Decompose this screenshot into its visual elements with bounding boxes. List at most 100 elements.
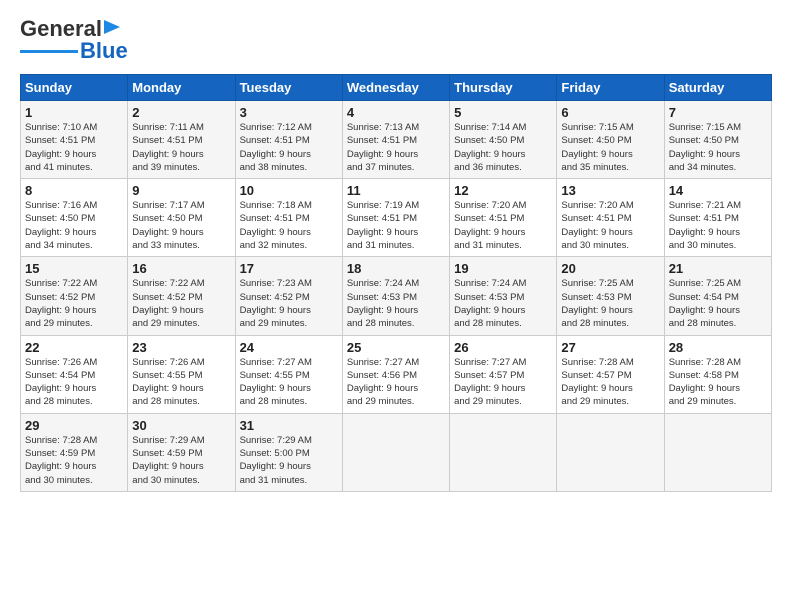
day-info: Sunrise: 7:26 AM Sunset: 4:55 PM Dayligh… (132, 357, 204, 408)
page: General Blue SundayMondayTuesdayWednesda… (0, 0, 792, 502)
day-header-sunday: Sunday (21, 75, 128, 101)
calendar-cell: 7 Sunrise: 7:15 AM Sunset: 4:50 PM Daylig… (664, 101, 771, 179)
calendar-table: SundayMondayTuesdayWednesdayThursdayFrid… (20, 74, 772, 492)
day-info: Sunrise: 7:28 AM Sunset: 4:59 PM Dayligh… (25, 435, 97, 486)
day-info: Sunrise: 7:20 AM Sunset: 4:51 PM Dayligh… (454, 200, 526, 251)
day-info: Sunrise: 7:22 AM Sunset: 4:52 PM Dayligh… (25, 278, 97, 329)
calendar-cell (664, 413, 771, 491)
calendar-cell: 28Sunrise: 7:28 AM Sunset: 4:58 PM Dayli… (664, 335, 771, 413)
calendar-cell (450, 413, 557, 491)
calendar-cell: 24 Sunrise: 7:27 AM Sunset: 4:55 PM Dayli… (235, 335, 342, 413)
day-info: Sunrise: 7:26 AM Sunset: 4:54 PM Dayligh… (25, 357, 97, 408)
day-number: 24 (240, 340, 338, 355)
day-info: Sunrise: 7:11 AM Sunset: 4:51 PM Dayligh… (132, 122, 204, 173)
day-number: 20 (561, 261, 659, 276)
day-info: Sunrise: 7:27 AM Sunset: 4:56 PM Dayligh… (347, 357, 419, 408)
day-info: Sunrise: 7:29 AM Sunset: 4:59 PM Dayligh… (132, 435, 204, 486)
calendar-cell: 29 Sunrise: 7:28 AM Sunset: 4:59 PM Dayli… (21, 413, 128, 491)
logo-blue: Blue (80, 38, 128, 64)
day-info: Sunrise: 7:17 AM Sunset: 4:50 PM Dayligh… (132, 200, 204, 251)
day-info: Sunrise: 7:27 AM Sunset: 4:55 PM Dayligh… (240, 357, 312, 408)
calendar-cell: 30 Sunrise: 7:29 AM Sunset: 4:59 PM Dayli… (128, 413, 235, 491)
day-number: 19 (454, 261, 552, 276)
day-number: 22 (25, 340, 123, 355)
calendar-header: SundayMondayTuesdayWednesdayThursdayFrid… (21, 75, 772, 101)
day-number: 4 (347, 105, 445, 120)
day-number: 17 (240, 261, 338, 276)
calendar-cell: 9 Sunrise: 7:17 AM Sunset: 4:50 PM Daylig… (128, 179, 235, 257)
calendar-cell: 19 Sunrise: 7:24 AM Sunset: 4:53 PM Dayli… (450, 257, 557, 335)
calendar-cell: 27Sunrise: 7:28 AM Sunset: 4:57 PM Dayli… (557, 335, 664, 413)
calendar-cell: 10 Sunrise: 7:18 AM Sunset: 4:51 PM Dayli… (235, 179, 342, 257)
day-info: Sunrise: 7:13 AM Sunset: 4:51 PM Dayligh… (347, 122, 419, 173)
day-number: 7 (669, 105, 767, 120)
day-info: Sunrise: 7:24 AM Sunset: 4:53 PM Dayligh… (347, 278, 419, 329)
calendar-cell: 1 Sunrise: 7:10 AM Sunset: 4:51 PM Daylig… (21, 101, 128, 179)
calendar-cell: 11 Sunrise: 7:19 AM Sunset: 4:51 PM Dayli… (342, 179, 449, 257)
day-number: 10 (240, 183, 338, 198)
day-info: Sunrise: 7:22 AM Sunset: 4:52 PM Dayligh… (132, 278, 204, 329)
calendar-cell: 3 Sunrise: 7:12 AM Sunset: 4:51 PM Daylig… (235, 101, 342, 179)
day-number: 29 (25, 418, 123, 433)
day-number: 31 (240, 418, 338, 433)
calendar-cell: 15Sunrise: 7:22 AM Sunset: 4:52 PM Dayli… (21, 257, 128, 335)
day-info: Sunrise: 7:21 AM Sunset: 4:51 PM Dayligh… (669, 200, 741, 251)
calendar-cell: 31 Sunrise: 7:29 AM Sunset: 5:00 PM Dayli… (235, 413, 342, 491)
day-number: 5 (454, 105, 552, 120)
day-number: 18 (347, 261, 445, 276)
day-number: 25 (347, 340, 445, 355)
day-info: Sunrise: 7:23 AM Sunset: 4:52 PM Dayligh… (240, 278, 312, 329)
day-number: 13 (561, 183, 659, 198)
day-info: Sunrise: 7:14 AM Sunset: 4:50 PM Dayligh… (454, 122, 526, 173)
day-info: Sunrise: 7:29 AM Sunset: 5:00 PM Dayligh… (240, 435, 312, 486)
day-info: Sunrise: 7:25 AM Sunset: 4:53 PM Dayligh… (561, 278, 633, 329)
day-number: 23 (132, 340, 230, 355)
day-info: Sunrise: 7:12 AM Sunset: 4:51 PM Dayligh… (240, 122, 312, 173)
day-header-wednesday: Wednesday (342, 75, 449, 101)
day-header-saturday: Saturday (664, 75, 771, 101)
calendar-cell: 2 Sunrise: 7:11 AM Sunset: 4:51 PM Daylig… (128, 101, 235, 179)
day-info: Sunrise: 7:10 AM Sunset: 4:51 PM Dayligh… (25, 122, 97, 173)
calendar-cell: 25 Sunrise: 7:27 AM Sunset: 4:56 PM Dayli… (342, 335, 449, 413)
calendar-cell (557, 413, 664, 491)
day-number: 12 (454, 183, 552, 198)
day-info: Sunrise: 7:24 AM Sunset: 4:53 PM Dayligh… (454, 278, 526, 329)
calendar-cell: 22 Sunrise: 7:26 AM Sunset: 4:54 PM Dayli… (21, 335, 128, 413)
logo: General Blue (20, 16, 128, 64)
day-header-tuesday: Tuesday (235, 75, 342, 101)
day-info: Sunrise: 7:15 AM Sunset: 4:50 PM Dayligh… (669, 122, 741, 173)
day-info: Sunrise: 7:19 AM Sunset: 4:51 PM Dayligh… (347, 200, 419, 251)
day-number: 1 (25, 105, 123, 120)
calendar-cell: 4 Sunrise: 7:13 AM Sunset: 4:51 PM Daylig… (342, 101, 449, 179)
day-number: 30 (132, 418, 230, 433)
day-number: 2 (132, 105, 230, 120)
day-number: 11 (347, 183, 445, 198)
day-number: 8 (25, 183, 123, 198)
calendar-cell: 26 Sunrise: 7:27 AM Sunset: 4:57 PM Dayli… (450, 335, 557, 413)
calendar-cell: 14 Sunrise: 7:21 AM Sunset: 4:51 PM Dayli… (664, 179, 771, 257)
day-info: Sunrise: 7:25 AM Sunset: 4:54 PM Dayligh… (669, 278, 741, 329)
calendar-cell (342, 413, 449, 491)
day-info: Sunrise: 7:27 AM Sunset: 4:57 PM Dayligh… (454, 357, 526, 408)
calendar-cell: 8 Sunrise: 7:16 AM Sunset: 4:50 PM Daylig… (21, 179, 128, 257)
calendar-cell: 20 Sunrise: 7:25 AM Sunset: 4:53 PM Dayli… (557, 257, 664, 335)
logo-arrow-icon (104, 18, 126, 36)
day-header-friday: Friday (557, 75, 664, 101)
header: General Blue (20, 16, 772, 64)
day-number: 3 (240, 105, 338, 120)
day-number: 6 (561, 105, 659, 120)
day-number: 9 (132, 183, 230, 198)
day-info: Sunrise: 7:16 AM Sunset: 4:50 PM Dayligh… (25, 200, 97, 251)
calendar-cell: 17 Sunrise: 7:23 AM Sunset: 4:52 PM Dayli… (235, 257, 342, 335)
calendar-cell: 5 Sunrise: 7:14 AM Sunset: 4:50 PM Daylig… (450, 101, 557, 179)
logo-underline (20, 50, 78, 53)
day-number: 14 (669, 183, 767, 198)
calendar-cell: 6 Sunrise: 7:15 AM Sunset: 4:50 PM Daylig… (557, 101, 664, 179)
day-info: Sunrise: 7:15 AM Sunset: 4:50 PM Dayligh… (561, 122, 633, 173)
calendar-cell: 23 Sunrise: 7:26 AM Sunset: 4:55 PM Dayli… (128, 335, 235, 413)
day-info: Sunrise: 7:18 AM Sunset: 4:51 PM Dayligh… (240, 200, 312, 251)
calendar-cell: 12 Sunrise: 7:20 AM Sunset: 4:51 PM Dayli… (450, 179, 557, 257)
calendar-cell: 16Sunrise: 7:22 AM Sunset: 4:52 PM Dayli… (128, 257, 235, 335)
day-number: 21 (669, 261, 767, 276)
day-number: 26 (454, 340, 552, 355)
